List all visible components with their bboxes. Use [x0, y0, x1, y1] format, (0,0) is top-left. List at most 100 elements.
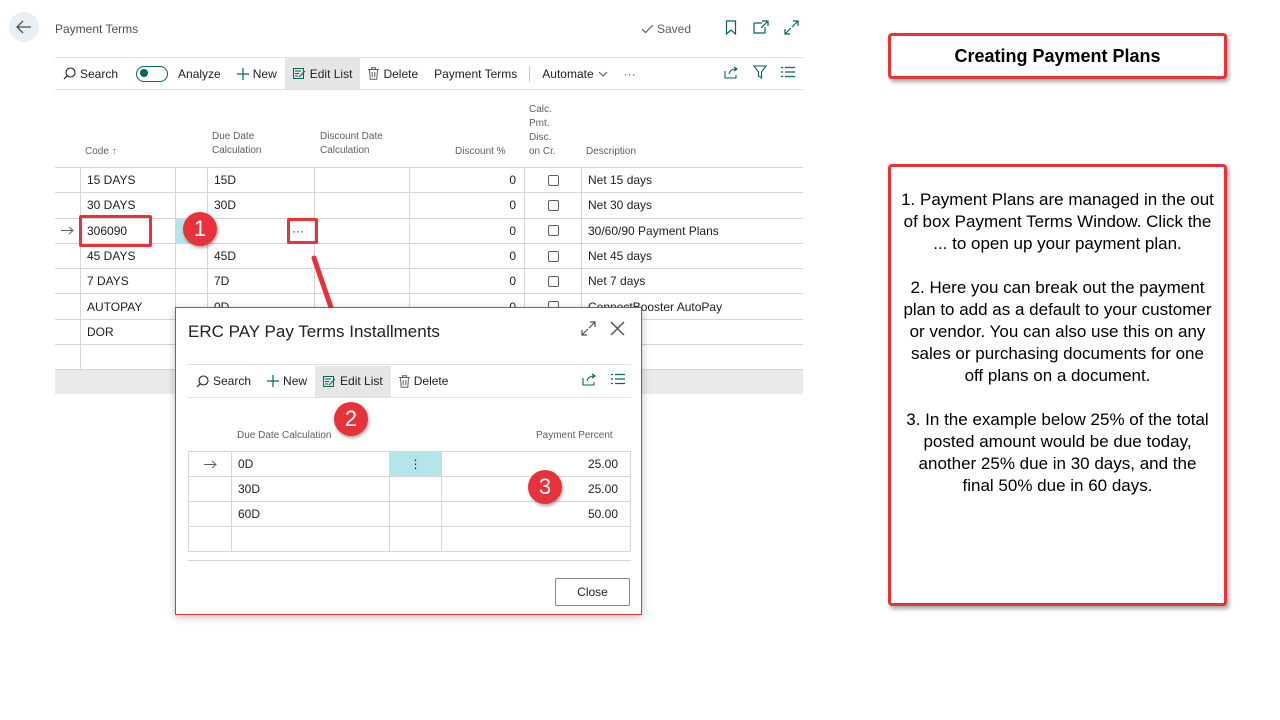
cell-disc_date[interactable]	[314, 193, 409, 218]
cell-dots[interactable]	[389, 527, 441, 551]
cell-due[interactable]: 30D	[231, 477, 389, 501]
column-header-due-date[interactable]: Due Date Calculation	[212, 130, 261, 158]
expand-icon[interactable]	[782, 18, 800, 36]
cell-discount[interactable]: 0	[409, 218, 524, 243]
installment-row-empty[interactable]	[189, 527, 630, 552]
callout-title: Creating Payment Plans	[888, 33, 1227, 79]
cell-code[interactable]: 45 DAYS	[80, 243, 175, 269]
cell-calc[interactable]	[524, 269, 581, 294]
dialog-close-icon[interactable]	[610, 321, 625, 341]
sort-ascending-icon: ↑	[111, 146, 117, 157]
edit-list-icon	[323, 375, 336, 387]
cell-desc[interactable]: Net 7 days	[581, 269, 803, 294]
dialog-edit-list-button[interactable]: Edit List	[315, 365, 391, 397]
cell-empty[interactable]	[80, 345, 87, 370]
calc-pmt-disc-checkbox[interactable]	[547, 275, 559, 287]
analyze-toggle[interactable]: Analyze	[126, 58, 229, 89]
dialog-search-button[interactable]: Search	[188, 366, 259, 397]
current-row-arrow-icon	[61, 226, 74, 235]
column-header-description[interactable]: Description	[586, 145, 636, 159]
installment-row[interactable]: 30D 25.00	[189, 477, 630, 502]
dialog-list-view-icon[interactable]	[611, 373, 625, 388]
cell-arrow	[55, 168, 80, 192]
cell-due[interactable]: 45D	[207, 243, 314, 269]
cell-due[interactable]: 30D	[207, 193, 314, 218]
cell-calc[interactable]	[524, 168, 581, 193]
cell-due[interactable]: 15D	[207, 168, 314, 193]
cell-desc[interactable]: Net 30 days	[581, 193, 803, 218]
cell-code[interactable]: 30 DAYS	[80, 193, 175, 218]
share-icon[interactable]	[724, 66, 739, 82]
cell-calc[interactable]	[524, 193, 581, 218]
filter-icon[interactable]	[752, 65, 768, 82]
analyze-label: Analyze	[178, 66, 221, 81]
discount-date-header-line2: Calculation	[320, 145, 370, 156]
cell-percent[interactable]: 50.00	[441, 502, 630, 526]
calc-pmt-disc-checkbox[interactable]	[547, 250, 559, 262]
cell-discount[interactable]: 0	[409, 269, 524, 294]
cell-dots[interactable]	[389, 502, 441, 526]
cell-due[interactable]	[231, 527, 389, 551]
cell-desc[interactable]: 30/60/90 Payment Plans	[581, 218, 803, 243]
calc-pmt-disc-checkbox[interactable]	[547, 174, 559, 186]
row-actions-icon[interactable]: ⋮	[389, 452, 441, 476]
callout-instructions: 1. Payment Plans are managed in the out …	[888, 164, 1227, 606]
cell-code[interactable]: AUTOPAY	[80, 294, 175, 319]
cell-due[interactable]: 7D	[207, 269, 314, 294]
table-row[interactable]: 7 DAYS 7D 0 Net 7 days	[55, 269, 803, 295]
cell-code[interactable]: DOR	[80, 319, 175, 345]
dialog-share-icon[interactable]	[582, 373, 597, 389]
column-header-calc-pmt-disc[interactable]: Calc. Pmt. Disc. on Cr.	[529, 103, 556, 159]
dialog-header-due[interactable]: Due Date Calculation	[237, 430, 332, 441]
cell-calc[interactable]	[524, 243, 581, 269]
calc-header-line4: on Cr.	[529, 146, 556, 157]
cell-code[interactable]: 15 DAYS	[80, 168, 175, 193]
list-view-icon[interactable]	[781, 66, 795, 81]
column-header-code[interactable]: Code ↑	[85, 145, 117, 159]
highlight-ellipsis-button	[287, 218, 318, 244]
cell-desc[interactable]: Net 15 days	[581, 168, 803, 193]
calc-pmt-disc-checkbox[interactable]	[547, 199, 559, 211]
dialog-new-button[interactable]: New	[259, 366, 315, 397]
cell-discount[interactable]: 0	[409, 168, 524, 193]
table-row[interactable]: 15 DAYS 15D 0 Net 15 days	[55, 168, 803, 194]
cell-discount[interactable]: 0	[409, 243, 524, 269]
dialog-delete-button[interactable]: Delete	[391, 366, 457, 397]
cell-disc_date[interactable]	[314, 168, 409, 193]
installment-row[interactable]: 0D ⋮ 25.00	[189, 452, 630, 477]
column-header-discount-pct[interactable]: Discount %	[455, 145, 506, 159]
open-new-window-icon[interactable]	[752, 18, 770, 36]
close-button[interactable]: Close	[555, 578, 630, 606]
cell-calc[interactable]	[524, 218, 581, 243]
search-button[interactable]: Search	[55, 58, 126, 89]
installment-row[interactable]: 60D 50.00	[189, 502, 630, 527]
cell-percent[interactable]	[441, 527, 630, 551]
table-row[interactable]: 45 DAYS 45D 0 Net 45 days	[55, 243, 803, 270]
new-button[interactable]: New	[229, 58, 285, 89]
table-row[interactable]: 306090 ··· 0 30/60/90 Payment Plans	[55, 218, 803, 244]
dialog-header-percent[interactable]: Payment Percent	[536, 430, 613, 441]
delete-button[interactable]: Delete	[360, 58, 426, 89]
analyze-switch[interactable]	[136, 65, 169, 82]
dialog-delete-label: Delete	[413, 374, 449, 388]
cell-due[interactable]: 60D	[231, 502, 389, 526]
dialog-expand-icon[interactable]	[581, 321, 596, 341]
cell-code[interactable]: 7 DAYS	[80, 269, 175, 294]
payment-terms-menu[interactable]: Payment Terms	[426, 58, 525, 89]
cell-dots[interactable]	[389, 477, 441, 501]
instruction-step-2: 2. Here you can break out the payment pl…	[903, 278, 1212, 385]
cell-disc_date[interactable]	[314, 218, 409, 243]
automate-menu[interactable]: Automate	[534, 58, 615, 89]
edit-list-button[interactable]: Edit List	[284, 58, 361, 89]
cell-discount[interactable]: 0	[409, 193, 524, 218]
bookmark-icon[interactable]	[722, 18, 740, 36]
cell-desc[interactable]: Net 45 days	[581, 243, 803, 269]
search-icon	[196, 374, 209, 387]
table-row[interactable]: 30 DAYS 30D 0 Net 30 days	[55, 193, 803, 219]
step-badge-3: 3	[528, 470, 562, 504]
calc-pmt-disc-checkbox[interactable]	[547, 225, 559, 237]
back-button[interactable]	[9, 12, 39, 42]
cell-due[interactable]: 0D	[231, 452, 389, 476]
more-actions-button[interactable]: ···	[616, 58, 644, 89]
column-header-discount-date[interactable]: Discount Date Calculation	[320, 130, 383, 158]
